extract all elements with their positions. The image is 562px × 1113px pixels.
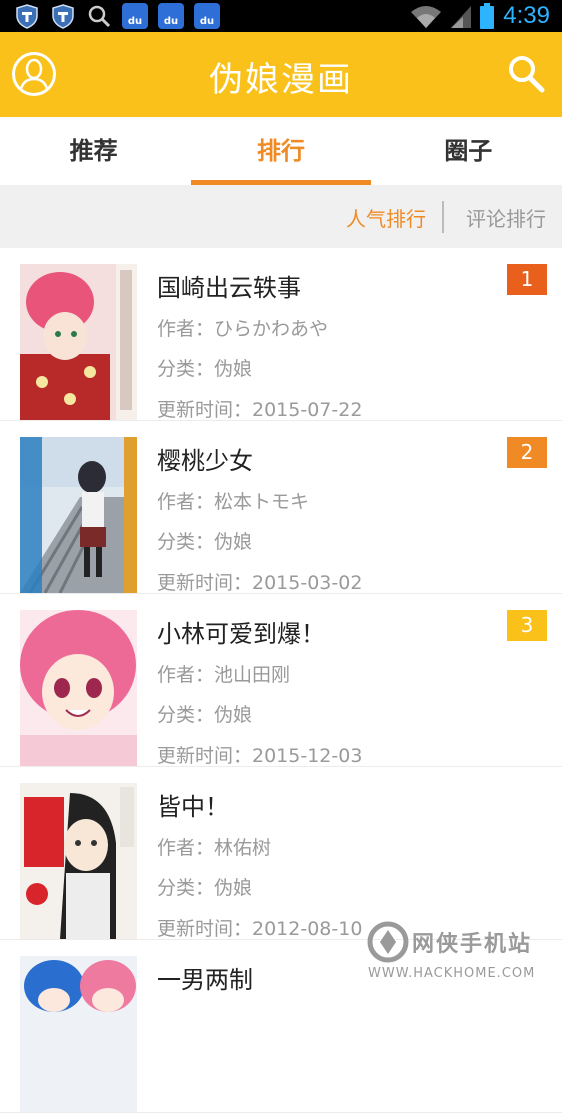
comic-author: 作者：松本トモキ	[157, 491, 310, 513]
comic-title: 樱桃少女	[157, 447, 253, 475]
comic-cover	[20, 264, 137, 420]
watermark-text: 网侠手机站	[412, 932, 533, 957]
watermark-url: WWW.HACKHOME.COM	[368, 966, 536, 981]
status-bar: du du du 4:39	[0, 0, 562, 32]
comic-author: 作者：ひらかわあや	[157, 318, 329, 340]
comic-title: 皆中！	[157, 793, 229, 821]
baidu-icon: du	[158, 3, 184, 29]
battery-icon	[480, 3, 495, 29]
tab-ranking[interactable]: 排行	[187, 117, 374, 185]
comic-updated: 更新时间：2015-03-02	[157, 572, 363, 594]
sort-popular[interactable]: 人气排行	[346, 203, 426, 232]
wifi-icon	[411, 6, 442, 28]
status-clock: 4:39	[503, 2, 550, 29]
baidu-icon: du	[194, 3, 220, 29]
app-title: 伪娘漫画	[209, 60, 353, 100]
shield-icon	[52, 4, 74, 29]
shield-icon	[16, 4, 38, 29]
comic-category: 分类：伪娘	[157, 877, 253, 899]
search-icon	[88, 5, 111, 28]
tab-circle[interactable]: 圈子	[375, 117, 562, 185]
comic-updated: 更新时间：2015-12-03	[157, 745, 363, 767]
comic-category: 分类：伪娘	[157, 531, 253, 553]
list-item[interactable]: 皆中！ 作者：林佑树 分类：伪娘 更新时间：2012-08-10	[0, 767, 562, 940]
comic-cover	[20, 956, 137, 1112]
watermark-logo-icon	[367, 921, 409, 963]
search-icon[interactable]	[506, 52, 546, 96]
rank-badge: 3	[507, 610, 547, 641]
sort-comment[interactable]: 评论排行	[466, 203, 546, 232]
app-bar: 伪娘漫画	[0, 32, 562, 117]
signal-icon	[451, 6, 472, 28]
tab-bar: 推荐 排行 圈子	[0, 117, 562, 185]
comic-author: 作者：池山田刚	[157, 664, 291, 686]
comic-author: 作者：林佑树	[157, 837, 272, 859]
comic-cover	[20, 610, 137, 766]
comic-title: 国崎出云轶事	[157, 274, 301, 302]
tab-recommend[interactable]: 推荐	[0, 117, 187, 185]
list-item[interactable]: 小林可爱到爆！ 作者：池山田刚 分类：伪娘 更新时间：2015-12-03 3	[0, 594, 562, 767]
sort-divider	[442, 201, 444, 233]
comic-category: 分类：伪娘	[157, 704, 253, 726]
comic-title: 一男两制	[157, 966, 253, 994]
rank-badge: 1	[507, 264, 547, 295]
comic-cover	[20, 437, 137, 593]
list-item[interactable]: 樱桃少女 作者：松本トモキ 分类：伪娘 更新时间：2015-03-02 2	[0, 421, 562, 594]
list-item[interactable]: 国崎出云轶事 作者：ひらかわあや 分类：伪娘 更新时间：2015-07-22 1	[0, 248, 562, 421]
watermark: 网侠手机站 WWW.HACKHOME.COM	[366, 920, 556, 988]
comic-category: 分类：伪娘	[157, 358, 253, 380]
comic-cover	[20, 783, 137, 939]
rank-badge: 2	[507, 437, 547, 468]
sort-bar: 人气排行 评论排行	[0, 185, 562, 248]
comic-updated: 更新时间：2012-08-10	[157, 918, 363, 940]
comic-updated: 更新时间：2015-07-22	[157, 399, 363, 421]
baidu-icon: du	[122, 3, 148, 29]
comic-title: 小林可爱到爆！	[157, 620, 325, 648]
